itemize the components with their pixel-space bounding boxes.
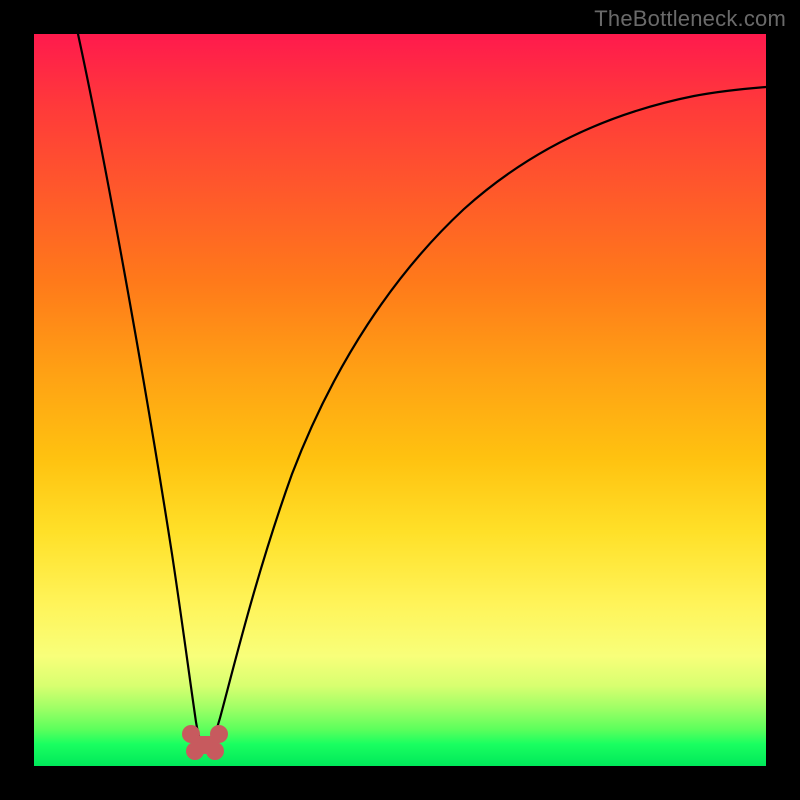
bottleneck-curve xyxy=(78,34,766,748)
watermark-text: TheBottleneck.com xyxy=(594,6,786,32)
chart-frame: TheBottleneck.com xyxy=(0,0,800,800)
plot-area xyxy=(34,34,766,766)
min-marker-br xyxy=(206,742,224,760)
min-marker-left xyxy=(182,725,200,743)
min-marker-right xyxy=(210,725,228,743)
min-marker-bl xyxy=(186,742,204,760)
bottleneck-curve-svg xyxy=(34,34,766,766)
